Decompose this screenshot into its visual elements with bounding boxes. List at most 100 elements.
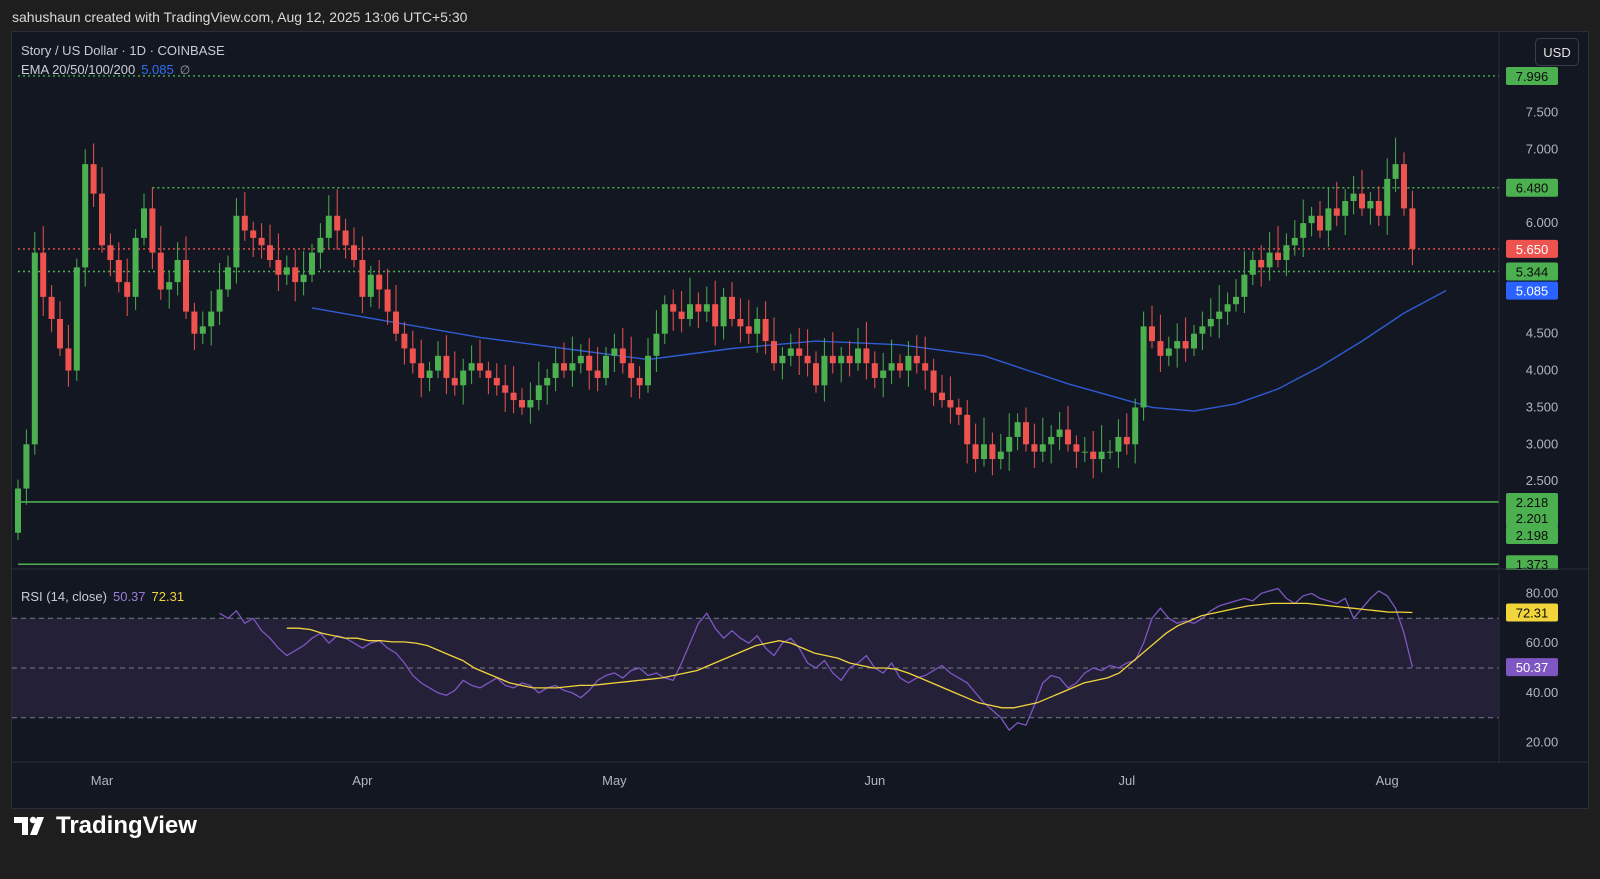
symbol-title[interactable]: Story / US Dollar · 1D · COINBASE (21, 41, 225, 60)
candle-body[interactable] (342, 230, 349, 246)
candle-body[interactable] (712, 304, 719, 327)
candle-body[interactable] (1300, 223, 1307, 238)
candle-body[interactable] (838, 355, 845, 364)
candle-body[interactable] (813, 363, 819, 386)
candle-body[interactable] (846, 355, 853, 364)
chart-frame[interactable]: 2.500 3.000 3.500 4.000 4.500 6.000 7.000 7.500… (11, 31, 1589, 809)
candle-body[interactable] (964, 414, 971, 445)
candle-body[interactable] (628, 363, 635, 378)
candle-body[interactable] (787, 348, 794, 356)
candle-body[interactable] (1317, 215, 1323, 231)
candle-body[interactable] (1098, 451, 1105, 460)
candle-body[interactable] (1182, 341, 1189, 349)
candle-body[interactable] (880, 370, 887, 378)
candle-body[interactable] (1342, 201, 1349, 216)
candle-body[interactable] (309, 252, 315, 275)
candle-body[interactable] (1367, 201, 1374, 209)
candle-body[interactable] (292, 267, 299, 283)
candle-body[interactable] (670, 304, 677, 312)
candle-body[interactable] (510, 392, 517, 401)
candle-body[interactable] (384, 289, 391, 312)
candle-body[interactable] (603, 355, 609, 378)
candle-body[interactable] (922, 363, 929, 371)
price-chart[interactable]: 2.500 3.000 3.500 4.000 4.500 6.000 7.000 7.500… (12, 32, 1588, 570)
candle-body[interactable] (149, 208, 156, 253)
candle-body[interactable] (250, 230, 257, 238)
candle-body[interactable] (1191, 333, 1197, 349)
candle-body[interactable] (107, 245, 114, 260)
candle-body[interactable] (653, 333, 660, 356)
candle-body[interactable] (31, 252, 38, 445)
candle-body[interactable] (132, 237, 139, 297)
candle-body[interactable] (23, 444, 30, 489)
candle-body[interactable] (645, 355, 651, 386)
candle-body[interactable] (141, 208, 147, 238)
candle-body[interactable] (737, 318, 744, 327)
candle-body[interactable] (636, 377, 643, 386)
candle-body[interactable] (796, 348, 803, 356)
candle-body[interactable] (552, 363, 559, 378)
candle-body[interactable] (468, 363, 475, 371)
candle-body[interactable] (351, 245, 357, 260)
candle-body[interactable] (485, 370, 492, 378)
candle-body[interactable] (1014, 422, 1021, 437)
candle-body[interactable] (376, 274, 383, 290)
candle-body[interactable] (48, 296, 55, 319)
rsi-legend[interactable]: RSI (14, close) 50.37 72.31 (21, 589, 184, 604)
candle-body[interactable] (939, 392, 945, 401)
candle-body[interactable] (367, 274, 374, 297)
candle-body[interactable] (829, 355, 836, 364)
candle-body[interactable] (661, 304, 668, 334)
candle-body[interactable] (1216, 311, 1223, 319)
candle-body[interactable] (897, 363, 903, 371)
candle-body[interactable] (905, 355, 912, 371)
candle-body[interactable] (216, 289, 223, 312)
candle-body[interactable] (1325, 208, 1332, 231)
candle-body[interactable] (745, 326, 752, 334)
candle-body[interactable] (40, 252, 47, 297)
candle-body[interactable] (241, 215, 248, 231)
candle-body[interactable] (157, 252, 164, 290)
candle-body[interactable] (1048, 436, 1055, 445)
currency-button[interactable]: USD (1535, 38, 1579, 66)
candle-body[interactable] (527, 400, 534, 408)
candle-body[interactable] (1031, 444, 1038, 452)
candle-body[interactable] (15, 488, 21, 533)
candle-body[interactable] (409, 348, 416, 364)
ema-line[interactable] (311, 289, 1447, 412)
candle-body[interactable] (1384, 178, 1391, 216)
candle-body[interactable] (65, 348, 72, 371)
candle-body[interactable] (569, 363, 576, 371)
candle-body[interactable] (947, 400, 954, 408)
candle-body[interactable] (258, 237, 265, 246)
candle-body[interactable] (191, 311, 198, 334)
candle-body[interactable] (544, 377, 551, 386)
candle-body[interactable] (401, 333, 408, 349)
candle-body[interactable] (1207, 318, 1214, 327)
candle-body[interactable] (477, 363, 483, 371)
candle-body[interactable] (283, 267, 290, 275)
candle-body[interactable] (460, 370, 467, 386)
candle-body[interactable] (174, 259, 181, 283)
candle-body[interactable] (1132, 407, 1139, 445)
candle-body[interactable] (821, 355, 828, 386)
candle-body[interactable] (73, 267, 80, 371)
candle-body[interactable] (1224, 304, 1231, 312)
candle-body[interactable] (1149, 326, 1155, 342)
candle-body[interactable] (300, 274, 307, 283)
candle-body[interactable] (1107, 451, 1113, 453)
candle-body[interactable] (989, 444, 996, 460)
candle-body[interactable] (199, 326, 206, 334)
candle-body[interactable] (1283, 245, 1290, 260)
candle-body[interactable] (1392, 164, 1399, 179)
candle-body[interactable] (1333, 208, 1340, 216)
candle-body[interactable] (1081, 451, 1088, 453)
candle-body[interactable] (1249, 259, 1256, 275)
candle-body[interactable] (267, 245, 273, 260)
candle-body[interactable] (586, 355, 593, 371)
candle-body[interactable] (426, 370, 433, 378)
candle-body[interactable] (913, 355, 920, 364)
candle-body[interactable] (703, 304, 710, 312)
candle-body[interactable] (1056, 429, 1063, 437)
candle-body[interactable] (930, 370, 937, 393)
